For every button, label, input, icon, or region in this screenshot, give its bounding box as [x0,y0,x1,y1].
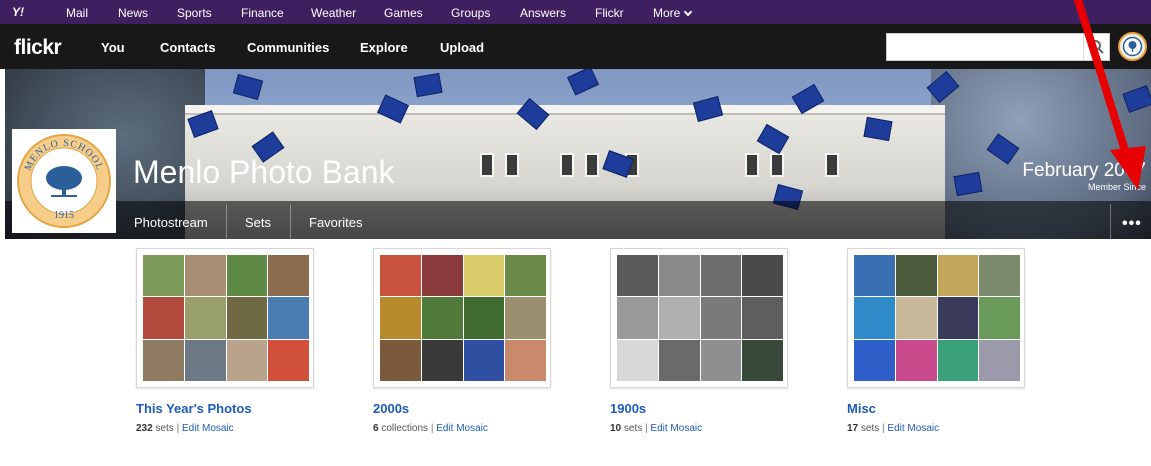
nav-contacts[interactable]: Contacts [160,40,216,55]
edit-mosaic-link[interactable]: Edit Mosaic [650,423,702,434]
tab-divider [226,204,227,239]
seal-year: 1915 [54,210,74,221]
yahoo-link-finance[interactable]: Finance [241,6,284,20]
collection-title[interactable]: 2000s [373,401,409,416]
yahoo-link-weather[interactable]: Weather [311,6,356,20]
search-input[interactable] [887,34,1083,60]
yahoo-link-answers[interactable]: Answers [520,6,566,20]
collection-card[interactable] [847,248,1025,388]
collection-mosaic [617,255,783,381]
tab-photostream[interactable]: Photostream [134,215,208,230]
yahoo-link-mail[interactable]: Mail [66,6,88,20]
yahoo-link-news[interactable]: News [118,6,148,20]
collection-title[interactable]: This Year's Photos [136,401,252,416]
tab-divider [1110,204,1111,239]
collection-meta: 17 sets | Edit Mosaic [847,423,940,434]
nav-upload[interactable]: Upload [440,40,484,55]
chevron-down-icon [684,7,693,17]
nav-explore[interactable]: Explore [360,40,408,55]
more-label: More [653,6,681,20]
collection-mosaic [143,255,309,381]
collection-meta: 6 collections | Edit Mosaic [373,423,488,434]
collection-mosaic [854,255,1020,381]
collection-meta: 232 sets | Edit Mosaic [136,423,234,434]
collection-title[interactable]: Misc [847,401,876,416]
nav-communities[interactable]: Communities [247,40,329,55]
yahoo-link-groups[interactable]: Groups [451,6,490,20]
edit-mosaic-link[interactable]: Edit Mosaic [887,423,939,434]
nav-you[interactable]: You [101,40,125,55]
tab-favorites[interactable]: Favorites [309,215,362,230]
yahoo-top-bar: Y! Mail News Sports Finance Weather Game… [0,0,1151,24]
more-options-icon[interactable]: ••• [1122,215,1142,233]
yahoo-logo[interactable]: Y! [12,5,34,19]
profile-name: Menlo Photo Bank [133,154,395,190]
collection-title[interactable]: 1900s [610,401,646,416]
edit-mosaic-link[interactable]: Edit Mosaic [182,423,234,434]
yahoo-link-flickr[interactable]: Flickr [595,6,624,20]
collection-card[interactable] [136,248,314,388]
yahoo-link-sports[interactable]: Sports [177,6,212,20]
collection-mosaic [380,255,546,381]
collection-meta: 10 sets | Edit Mosaic [610,423,703,434]
red-arrow-annotation [1074,0,1146,190]
yahoo-link-games[interactable]: Games [384,6,423,20]
flickr-logo[interactable]: flickr [14,36,62,60]
collection-card[interactable] [610,248,788,388]
profile-buddy-icon[interactable]: MENLO SCHOOL 1915 [12,129,116,233]
flickr-nav-bar: flickr You Contacts Communities Explore … [0,24,1151,69]
menlo-school-seal-icon: MENLO SCHOOL 1915 [17,134,111,228]
edit-mosaic-link[interactable]: Edit Mosaic [436,423,488,434]
yahoo-link-more[interactable]: More [653,6,693,20]
flickr-profile-page: Y! Mail News Sports Finance Weather Game… [0,0,1151,466]
collection-card[interactable] [373,248,551,388]
tab-divider [290,204,291,239]
tab-sets[interactable]: Sets [245,215,271,230]
